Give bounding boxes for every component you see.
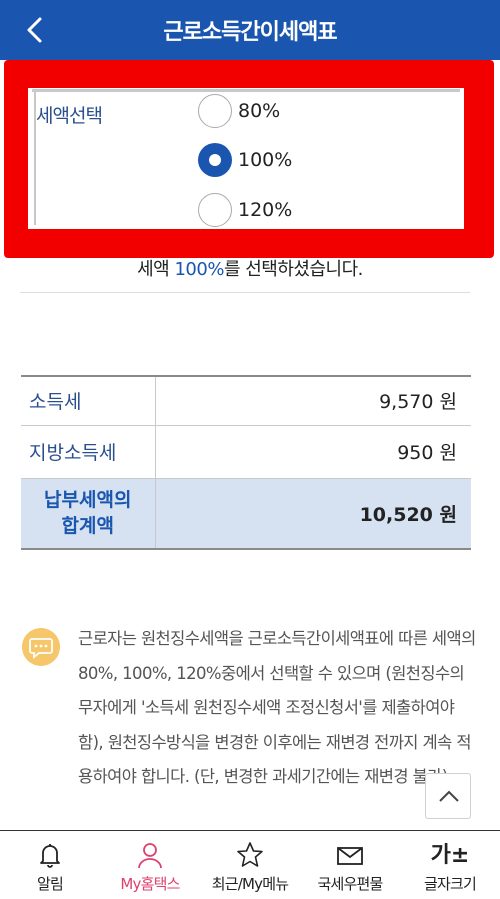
nav-item-alerts[interactable]: 알림 xyxy=(0,831,100,899)
star-icon xyxy=(237,842,263,867)
speech-bubble-icon xyxy=(22,628,60,666)
font-size-icon: 가± xyxy=(430,843,470,868)
page-title: 근로소득간이세액표 xyxy=(163,20,337,45)
income-tax-label: 소득세 xyxy=(21,375,156,426)
scroll-to-top-button[interactable] xyxy=(425,773,471,819)
local-tax-value: 950 원 xyxy=(155,425,471,479)
bell-icon xyxy=(40,844,60,868)
selection-message: 세액 100%를 선택하셨습니다. xyxy=(0,255,500,281)
nav-label: 알림 xyxy=(36,875,64,893)
radio-label: 80% xyxy=(238,100,281,122)
nav-item-my-hometax[interactable]: My홈택스 xyxy=(100,831,200,899)
panel-top-border xyxy=(32,89,460,92)
chevron-up-icon xyxy=(439,790,459,802)
radio-button[interactable] xyxy=(198,94,232,128)
table-row: 지방소득세 950 원 xyxy=(21,425,471,479)
radio-option-120[interactable]: 120% xyxy=(198,193,292,227)
nav-label: 최근/My메뉴 xyxy=(211,875,289,893)
income-tax-value: 9,570 원 xyxy=(155,375,471,426)
nav-item-font-size[interactable]: 가± 글자크기 xyxy=(400,831,500,899)
tax-table: 소득세 9,570 원 지방소득세 950 원 납부세액의합계액 10,520 … xyxy=(21,375,471,550)
radio-label: 100% xyxy=(238,149,293,171)
nav-item-tax-mail[interactable]: 국세우편물 xyxy=(300,831,400,899)
divider xyxy=(20,292,470,293)
radio-label: 120% xyxy=(238,199,293,221)
total-label-line2: 합계액 xyxy=(61,515,114,538)
table-row: 소득세 9,570 원 xyxy=(21,375,471,426)
nav-item-recent-menu[interactable]: 최근/My메뉴 xyxy=(200,831,300,899)
bottom-nav: 알림 My홈택스 최근/My메뉴 국세우편물 가± 글자크기 xyxy=(0,830,500,899)
radio-button-selected[interactable] xyxy=(198,143,232,177)
nav-label: My홈택스 xyxy=(120,875,180,893)
total-value: 10,520 원 xyxy=(155,478,471,550)
radio-button[interactable] xyxy=(198,193,232,227)
mail-icon xyxy=(337,847,363,865)
total-label-line1: 납부세액의 xyxy=(44,489,132,512)
app-header: 근로소득간이세액표 xyxy=(0,0,500,60)
message-prefix: 세액 xyxy=(137,259,175,280)
local-tax-label: 지방소득세 xyxy=(21,425,156,479)
radio-option-100[interactable]: 100% xyxy=(198,143,292,177)
message-suffix: 를 선택하셨습니다. xyxy=(223,259,363,280)
message-percent: 100% xyxy=(174,259,224,280)
user-icon xyxy=(138,843,162,869)
tax-selection-label: 세액선택 xyxy=(36,105,103,127)
total-label: 납부세액의합계액 xyxy=(21,478,156,550)
radio-option-80[interactable]: 80% xyxy=(198,94,280,128)
nav-label: 국세우편물 xyxy=(317,875,383,893)
nav-label: 글자크기 xyxy=(423,875,477,893)
total-row: 납부세액의합계액 10,520 원 xyxy=(21,478,471,550)
info-note: 근로자는 원천징수세액을 근로소득간이세액표에 따른 세액의 80%, 100%… xyxy=(78,629,476,786)
